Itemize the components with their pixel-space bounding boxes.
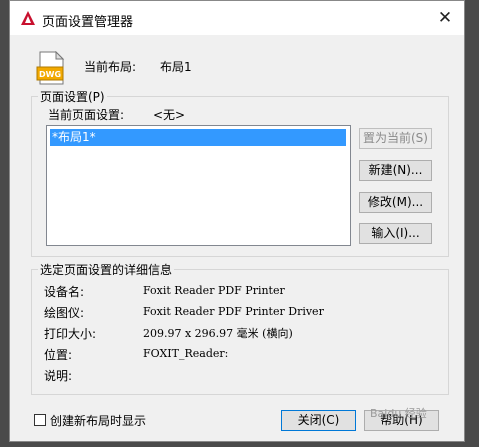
plotter-value: Foxit Reader PDF Printer Driver xyxy=(143,305,324,318)
page-setup-manager-dialog: 页面设置管理器 ✕ DWG 当前布局: 布局1 页面设置(P) 当前页面设置: … xyxy=(9,0,465,442)
current-layout-label: 当前布局: xyxy=(84,60,137,74)
autocad-logo-icon xyxy=(21,11,35,25)
current-layout-value: 布局1 xyxy=(160,60,192,74)
list-item[interactable]: *布局1* xyxy=(50,129,346,146)
watermark: Baidu 经验 xyxy=(370,407,427,420)
plotter-label: 绘图仪: xyxy=(44,306,85,320)
device-name-label: 设备名: xyxy=(44,285,85,299)
close-icon[interactable]: ✕ xyxy=(432,7,458,29)
current-page-setup-value: <无> xyxy=(153,108,186,122)
plot-size-label: 打印大小: xyxy=(44,327,97,341)
plot-size-value: 209.97 x 296.97 毫米 (横向) xyxy=(143,327,293,340)
dwg-icon-label: DWG xyxy=(39,70,61,79)
import-button[interactable]: 输入(I)... xyxy=(359,223,432,244)
modify-button[interactable]: 修改(M)... xyxy=(359,192,432,213)
location-label: 位置: xyxy=(44,348,73,362)
dwg-file-icon: DWG xyxy=(36,51,65,85)
device-name-value: Foxit Reader PDF Printer xyxy=(143,284,285,297)
current-page-setup-label: 当前页面设置: xyxy=(48,108,125,122)
set-current-button[interactable]: 置为当前(S) xyxy=(359,128,432,149)
window-title: 页面设置管理器 xyxy=(42,15,134,30)
details-group-title: 选定页面设置的详细信息 xyxy=(38,261,175,278)
close-button[interactable]: 关闭(C) xyxy=(281,410,356,431)
location-value: FOXIT_Reader: xyxy=(143,347,229,360)
show-on-new-layout-checkbox[interactable] xyxy=(34,414,46,426)
page-setups-group-title: 页面设置(P) xyxy=(38,88,107,105)
new-button[interactable]: 新建(N)... xyxy=(359,160,432,181)
title-bar[interactable]: 页面设置管理器 ✕ xyxy=(10,1,464,35)
description-label: 说明: xyxy=(44,369,73,383)
show-on-new-layout-label[interactable]: 创建新布局时显示 xyxy=(50,412,146,429)
page-setups-list[interactable]: *布局1* xyxy=(46,125,351,246)
